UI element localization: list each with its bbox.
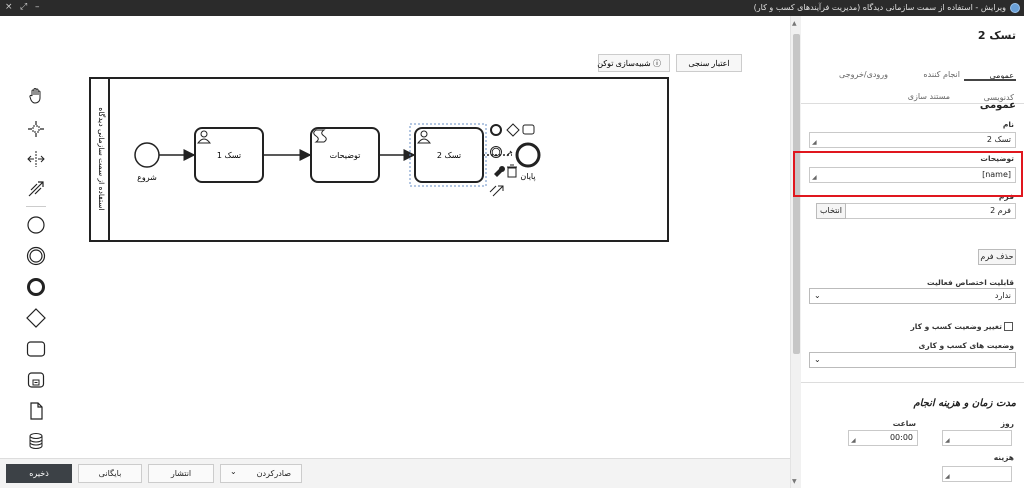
status-label: وضعیت های کسب و کاری bbox=[918, 341, 1014, 350]
append-task-icon[interactable] bbox=[522, 124, 535, 135]
start-event-label: شروع bbox=[137, 173, 157, 182]
hour-label: ساعت bbox=[892, 419, 916, 428]
name-value: تسک 2 bbox=[986, 135, 1011, 144]
section-divider bbox=[801, 382, 1024, 383]
script-task[interactable]: توضیحات bbox=[310, 127, 380, 183]
tab-executor[interactable]: انجام کننده bbox=[923, 70, 960, 79]
save-button[interactable]: ذخیره bbox=[6, 464, 72, 483]
task-1-label: تسک 1 bbox=[217, 151, 241, 160]
name-label: نام bbox=[1002, 120, 1014, 129]
form-field[interactable]: فرم 2 bbox=[840, 203, 1016, 219]
export-dropdown[interactable]: ⌄ صادرکردن bbox=[220, 464, 302, 483]
highlight-box bbox=[793, 151, 1023, 197]
archive-button[interactable]: بایگانی bbox=[78, 464, 142, 483]
hour-field[interactable]: 00:00 ◢ bbox=[848, 430, 918, 446]
window-title: ویرایش - استفاده از سمت سازمانی دیدگاه (… bbox=[753, 3, 1006, 12]
change-status-label: تغییر وضعیت کسب و کار bbox=[910, 322, 1002, 331]
tab-io[interactable]: ورودی/خروجی bbox=[839, 70, 888, 79]
pool-label: استفاده از سمت سازمانی دیدگاه bbox=[97, 107, 106, 210]
cost-label: هزینه bbox=[993, 453, 1014, 462]
chevron-down-icon: ⌄ bbox=[814, 355, 821, 364]
resize-grip-icon[interactable]: ◢ bbox=[945, 473, 950, 480]
task-2[interactable]: تسک 2 bbox=[409, 123, 487, 187]
app-icon bbox=[1010, 3, 1020, 13]
resize-grip-icon[interactable]: ◢ bbox=[945, 437, 950, 444]
form-value: فرم 2 bbox=[990, 206, 1011, 215]
cost-field[interactable]: ◢ bbox=[942, 466, 1012, 482]
start-event[interactable]: شروع bbox=[134, 142, 160, 182]
section-general-title: عمومی bbox=[979, 100, 1016, 111]
change-status-checkbox[interactable] bbox=[1004, 322, 1013, 331]
assign-activity-label: قابلیت اختصاص فعالیت bbox=[927, 278, 1014, 287]
publish-button[interactable]: انتشار bbox=[148, 464, 214, 483]
append-end-event-icon[interactable] bbox=[490, 124, 502, 136]
assign-activity-select[interactable]: ندارد ⌄ bbox=[809, 288, 1016, 304]
properties-panel: تسک 2 عمومی انجام کننده ورودی/خروجی کدنو… bbox=[801, 16, 1024, 488]
maximize-window-button[interactable]: ⤢ bbox=[20, 2, 27, 12]
panel-title: تسک 2 bbox=[977, 29, 1016, 42]
task-1[interactable]: تسک 1 bbox=[194, 127, 264, 183]
bottom-action-bar: ذخیره بایگانی انتشار ⌄ صادرکردن bbox=[0, 458, 790, 488]
resize-grip-icon[interactable]: ◢ bbox=[812, 139, 817, 146]
name-field[interactable]: تسک 2 ◢ bbox=[809, 132, 1016, 148]
resize-grip-icon[interactable]: ◢ bbox=[851, 437, 856, 444]
day-field[interactable]: ◢ bbox=[942, 430, 1012, 446]
delete-form-button[interactable]: حذف فرم bbox=[978, 249, 1016, 265]
task-2-label: تسک 2 bbox=[437, 151, 461, 160]
script-task-label: توضیحات bbox=[330, 151, 361, 160]
assign-activity-value: ندارد bbox=[994, 291, 1011, 300]
end-event-label: پایان bbox=[520, 172, 535, 181]
day-label: روز bbox=[1000, 419, 1014, 428]
chevron-down-icon: ⌄ bbox=[814, 291, 821, 300]
export-label: صادرکردن bbox=[256, 469, 291, 478]
bpmn-diagram: استفاده از سمت سازمانی دیدگاه شروع تسک 1… bbox=[89, 77, 669, 242]
scroll-up-icon[interactable]: ▲ bbox=[792, 20, 797, 27]
active-tab-indicator bbox=[964, 79, 1016, 81]
window-titlebar: × ⤢ – ویرایش - استفاده از سمت سازمانی دی… bbox=[0, 0, 1024, 16]
scroll-down-icon[interactable]: ▼ bbox=[792, 478, 797, 485]
chevron-down-icon: ⌄ bbox=[230, 467, 237, 476]
hour-value: 00:00 bbox=[889, 433, 913, 442]
tab-documentation[interactable]: مستند سازی bbox=[908, 92, 950, 101]
canvas-scrollbar[interactable]: ▲ ▼ bbox=[790, 16, 801, 488]
minimize-window-button[interactable]: – bbox=[35, 2, 40, 12]
diagram-canvas[interactable]: اعتبار سنجی ⓘ شبیه‌سازی توکن bbox=[0, 16, 790, 474]
status-select[interactable]: ⌄ bbox=[809, 352, 1016, 368]
section-time-title: مدت زمان و هزینه انجام bbox=[913, 398, 1016, 409]
close-window-button[interactable]: × bbox=[5, 2, 13, 12]
select-form-button[interactable]: انتخاب bbox=[816, 203, 846, 219]
panel-tabs: عمومی انجام کننده ورودی/خروجی کدنویسی مس… bbox=[801, 50, 1024, 104]
